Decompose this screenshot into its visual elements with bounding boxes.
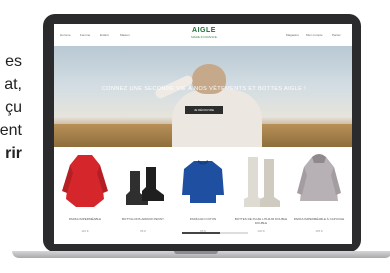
hero-person	[172, 90, 262, 147]
side-text-line: es	[5, 53, 22, 70]
carousel-scrollbar-thumb[interactable]	[182, 232, 220, 234]
side-text-line: ent	[0, 122, 22, 139]
site-header: Homme Femme Enfant Maison AIGLE MADE IN …	[54, 24, 352, 47]
side-text-line: at,	[4, 76, 22, 93]
side-text: es at, çu ent rir	[0, 50, 22, 165]
hero-banner: CONNEZ UNE SECONDE VIE À NOS VÊTEMENTS E…	[54, 46, 352, 147]
product-card[interactable]: BOTTES DE PLUIE LITHIUM DOUBLE DOUBLE 13…	[232, 147, 290, 244]
nav-link-maison[interactable]: Maison	[120, 33, 130, 37]
black-boots-image	[126, 167, 164, 205]
nav-link-stores[interactable]: Magasins	[286, 33, 299, 37]
nav-link-femme[interactable]: Femme	[80, 33, 90, 37]
product-card[interactable]: PARKA IMPERMÉABLE À CAPUCHE 165 €	[290, 147, 348, 244]
product-name: BOTTES DE PLUIE LITHIUM DOUBLE DOUBLE	[234, 217, 288, 225]
side-text-line: çu	[5, 99, 22, 116]
product-price: 110 €	[81, 229, 89, 233]
hero-cta-button[interactable]: JE DÉCOUVRE	[185, 106, 223, 114]
white-rain-boots-image	[244, 157, 280, 207]
nav-link-enfant[interactable]: Enfant	[100, 33, 109, 37]
product-name: BOTTILLONS ARROW PENNY	[121, 217, 164, 221]
product-card[interactable]: PARKA EN COTON 65 €	[174, 147, 232, 244]
product-price: 165 €	[315, 229, 323, 233]
carousel-scrollbar[interactable]	[182, 232, 248, 234]
site-logo-subtitle: MADE IN FRANCE	[191, 35, 217, 39]
blue-sweater-image	[182, 160, 224, 203]
grey-parka-image	[297, 154, 341, 201]
hero-headline: CONNEZ UNE SECONDE VIE À NOS VÊTEMENTS E…	[101, 86, 307, 92]
laptop-notch	[174, 251, 218, 254]
product-carousel: PARKA IMPERMÉABLE 110 € BOTTILLONS ARROW…	[54, 147, 352, 244]
nav-link-account[interactable]: Mon compte	[306, 33, 323, 37]
product-name: PARKA IMPERMÉABLE À CAPUCHE	[293, 217, 345, 221]
product-name: PARKA EN COTON	[189, 217, 217, 221]
nav-link-homme[interactable]: Homme	[60, 33, 71, 37]
product-price: 95 €	[140, 229, 146, 233]
laptop-screen: Homme Femme Enfant Maison AIGLE MADE IN …	[54, 24, 352, 244]
product-name: PARKA IMPERMÉABLE	[68, 217, 102, 221]
red-parka-image	[62, 155, 108, 207]
site-logo[interactable]: AIGLE	[187, 27, 221, 34]
nav-link-cart[interactable]: Panier	[332, 33, 341, 37]
product-card[interactable]: PARKA IMPERMÉABLE 110 €	[56, 147, 114, 244]
side-text-line-bold: rir	[5, 145, 22, 162]
product-card[interactable]: BOTTILLONS ARROW PENNY 95 €	[114, 147, 172, 244]
